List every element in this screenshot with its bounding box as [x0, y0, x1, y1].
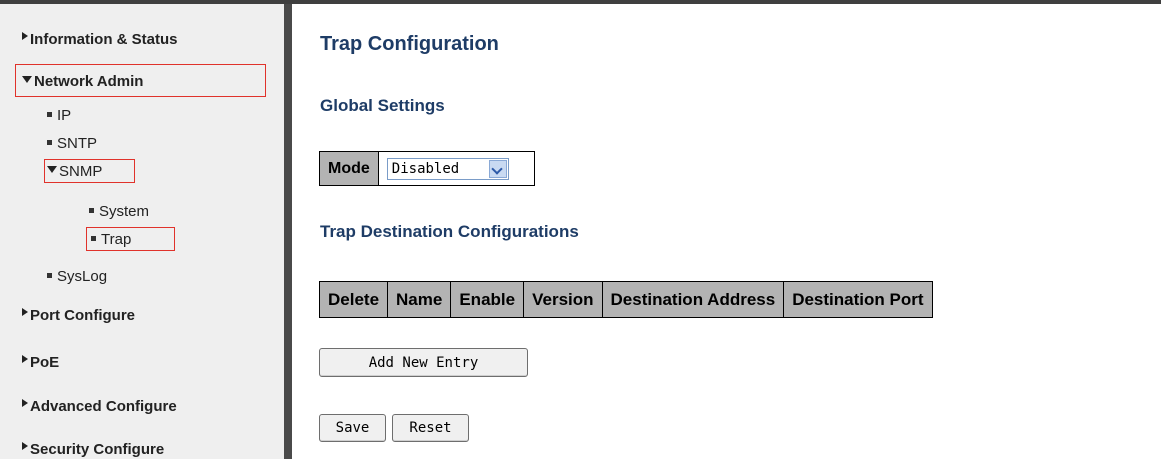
sidebar-item-trap[interactable]: Trap [91, 231, 131, 248]
trap-destination-heading: Trap Destination Configurations [320, 222, 579, 241]
sidebar-item-label: Security Configure [30, 441, 165, 458]
sidebar-item-sntp[interactable]: SNTP [47, 135, 97, 152]
sidebar-divider[interactable] [284, 4, 292, 459]
sidebar-item-snmp[interactable]: SNMP [47, 163, 102, 180]
sidebar-item-system[interactable]: System [89, 203, 149, 220]
column-header-enable: Enable [450, 281, 525, 318]
mode-table: Mode Disabled [319, 151, 535, 186]
sidebar-item-label: SysLog [57, 268, 108, 285]
mode-label: Mode [319, 151, 379, 186]
save-button[interactable]: Save [319, 414, 386, 442]
sidebar-item-information-status[interactable]: Information & Status [22, 31, 178, 48]
column-header-version: Version [523, 281, 603, 318]
collapsed-arrow-icon [22, 355, 28, 363]
collapsed-arrow-icon [22, 442, 28, 450]
sidebar-item-network-admin[interactable]: Network Admin [22, 73, 143, 90]
table-header-row: Delete Name Enable Version Destination A… [318, 281, 933, 318]
sidebar-item-ip[interactable]: IP [47, 107, 71, 124]
column-header-destination-address: Destination Address [601, 281, 785, 318]
trap-destination-table: Delete Name Enable Version Destination A… [318, 281, 933, 318]
sidebar-item-label: SNMP [59, 163, 103, 180]
bullet-icon [47, 140, 52, 145]
sidebar-item-label: Trap [101, 231, 132, 248]
bullet-icon [91, 236, 96, 241]
bullet-icon [47, 112, 52, 117]
column-header-name: Name [387, 281, 452, 318]
sidebar-item-label: Information & Status [30, 31, 178, 48]
bullet-icon [89, 208, 94, 213]
mode-cell: Disabled [377, 151, 535, 186]
sidebar-item-poe[interactable]: PoE [22, 354, 59, 371]
collapsed-arrow-icon [22, 32, 28, 40]
collapsed-arrow-icon [22, 399, 28, 407]
reset-button[interactable]: Reset [392, 414, 469, 442]
sidebar-item-security-configure[interactable]: Security Configure [22, 441, 164, 458]
sidebar-item-label: System [99, 203, 150, 220]
bullet-icon [47, 273, 52, 278]
global-settings-heading: Global Settings [320, 96, 445, 115]
mode-select-value: Disabled [391, 160, 460, 177]
sidebar-item-syslog[interactable]: SysLog [47, 268, 107, 285]
sidebar-item-label: PoE [30, 354, 60, 371]
sidebar-item-label: SNTP [57, 135, 98, 152]
sidebar-item-label: IP [57, 107, 72, 124]
sidebar-item-label: Network Admin [34, 73, 144, 90]
column-header-destination-port: Destination Port [783, 281, 933, 318]
page-title: Trap Configuration [320, 33, 499, 55]
sidebar-item-label: Advanced Configure [30, 398, 177, 415]
expanded-arrow-icon [47, 166, 57, 173]
sidebar-item-port-configure[interactable]: Port Configure [22, 307, 135, 324]
mode-select[interactable]: Disabled [386, 157, 509, 180]
collapsed-arrow-icon [22, 308, 28, 316]
column-header-delete: Delete [318, 281, 389, 318]
expanded-arrow-icon [22, 76, 32, 83]
dropdown-arrow-icon[interactable] [488, 159, 507, 178]
sidebar-item-label: Port Configure [30, 307, 135, 324]
sidebar-item-advanced-configure[interactable]: Advanced Configure [22, 398, 177, 415]
add-new-entry-button[interactable]: Add New Entry [319, 348, 528, 377]
